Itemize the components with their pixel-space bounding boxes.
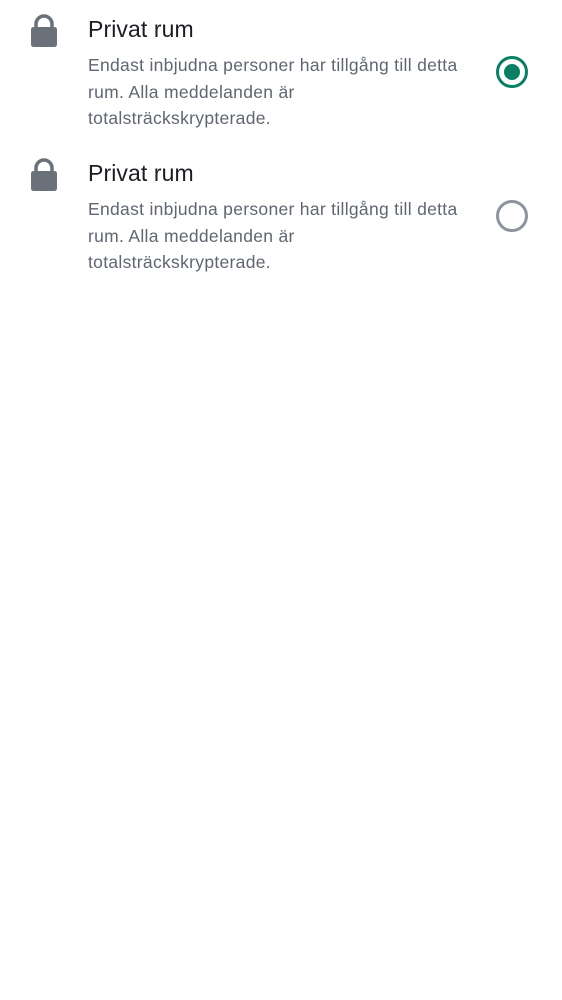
option-title: Privat rum [88, 16, 194, 42]
room-option-private-2[interactable]: Privat rum Endast inbjudna personer har … [0, 144, 562, 288]
lock-icon [30, 158, 58, 192]
room-option-private-1[interactable]: Privat rum Endast inbjudna personer har … [0, 0, 562, 144]
option-title: Privat rum [88, 160, 194, 186]
radio-button-unselected[interactable] [496, 200, 528, 232]
option-description: Endast inbjudna personer har tillgång ti… [88, 55, 458, 128]
option-description: Endast inbjudna personer har tillgång ti… [88, 199, 458, 272]
lock-icon [30, 14, 58, 48]
radio-button-selected[interactable] [496, 56, 528, 88]
